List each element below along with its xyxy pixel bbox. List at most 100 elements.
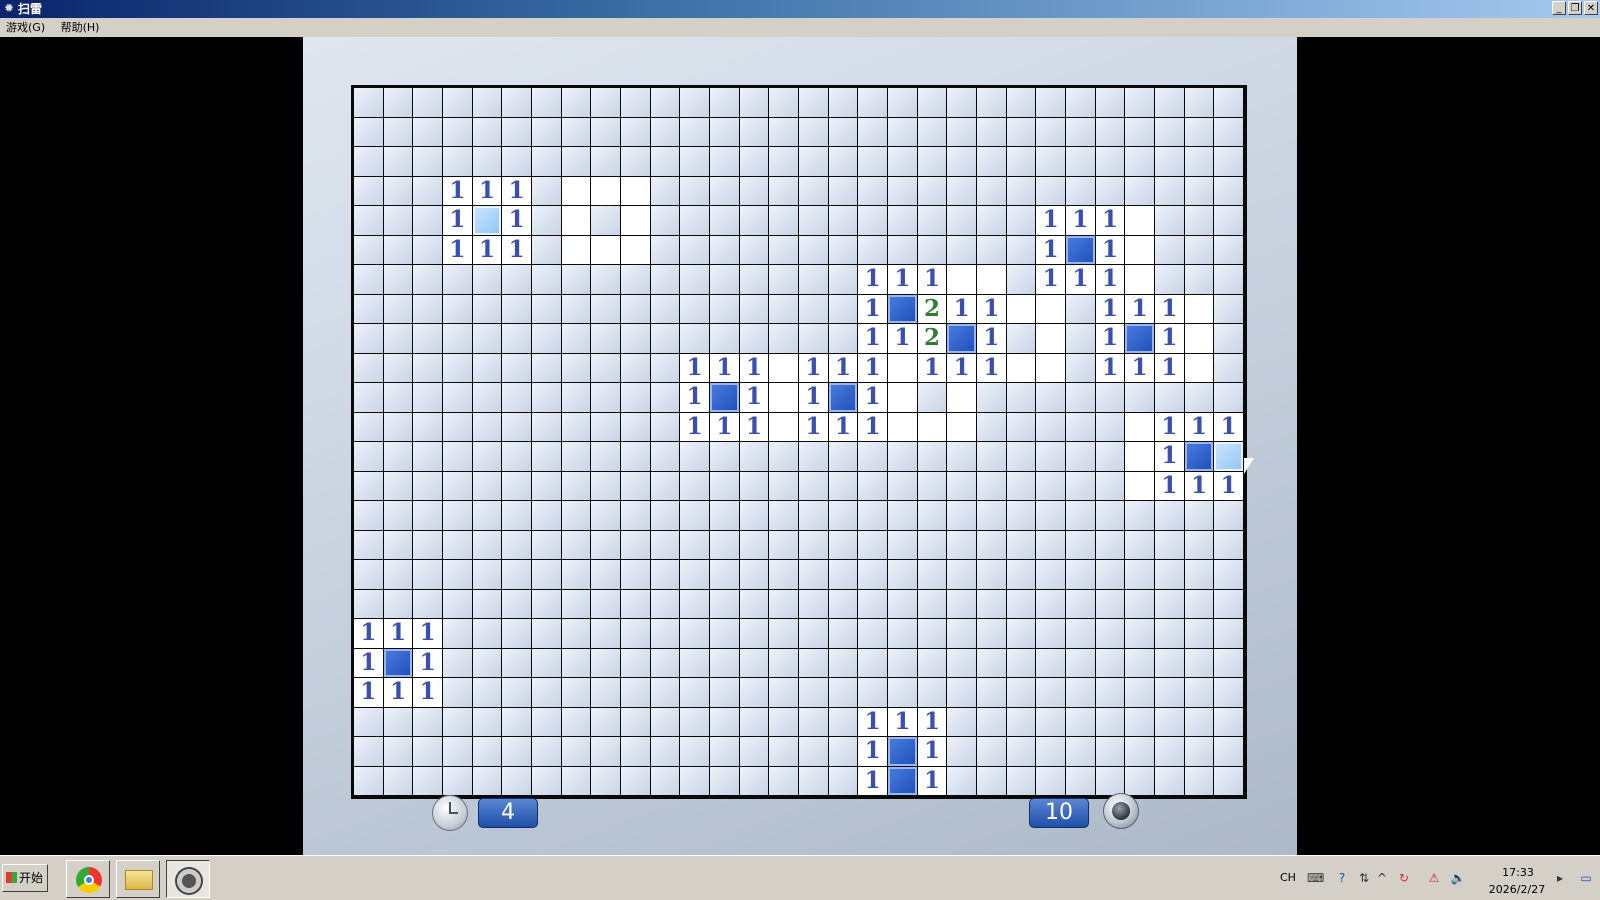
covered-cell[interactable] <box>858 147 887 176</box>
covered-cell[interactable] <box>383 88 413 117</box>
covered-cell[interactable] <box>354 117 383 146</box>
covered-cell[interactable] <box>413 412 442 441</box>
covered-cell[interactable] <box>1125 766 1154 795</box>
number-cell[interactable]: 1 <box>710 353 739 382</box>
covered-cell[interactable] <box>1125 501 1154 530</box>
covered-cell[interactable] <box>650 737 680 766</box>
covered-cell[interactable] <box>858 442 887 471</box>
covered-cell[interactable] <box>502 648 531 677</box>
covered-cell[interactable] <box>650 619 680 648</box>
covered-cell[interactable] <box>858 235 887 264</box>
covered-cell[interactable] <box>561 501 591 530</box>
covered-cell[interactable] <box>1095 176 1125 205</box>
covered-cell[interactable] <box>621 294 650 323</box>
number-cell[interactable]: 1 <box>710 412 739 441</box>
covered-cell[interactable] <box>472 383 502 412</box>
covered-cell[interactable] <box>413 294 442 323</box>
covered-cell[interactable] <box>739 147 769 176</box>
covered-cell[interactable] <box>532 530 561 559</box>
covered-cell[interactable] <box>621 353 650 382</box>
covered-cell[interactable] <box>354 737 383 766</box>
covered-cell[interactable] <box>799 678 828 707</box>
covered-cell[interactable] <box>828 88 858 117</box>
covered-cell[interactable] <box>621 737 650 766</box>
covered-cell[interactable] <box>472 117 502 146</box>
covered-cell[interactable] <box>1006 176 1036 205</box>
covered-cell[interactable] <box>650 442 680 471</box>
covered-cell[interactable] <box>739 589 769 618</box>
covered-cell[interactable] <box>1184 648 1214 677</box>
covered-cell[interactable] <box>1155 501 1184 530</box>
number-cell[interactable]: 1 <box>858 707 887 736</box>
covered-cell[interactable] <box>621 147 650 176</box>
covered-cell[interactable] <box>354 412 383 441</box>
covered-cell[interactable] <box>443 737 472 766</box>
covered-cell[interactable] <box>1066 412 1095 441</box>
covered-cell[interactable] <box>532 294 561 323</box>
covered-cell[interactable] <box>1006 412 1036 441</box>
covered-cell[interactable] <box>1184 117 1214 146</box>
mine-cell[interactable] <box>947 324 976 353</box>
covered-cell[interactable] <box>1214 648 1243 677</box>
covered-cell[interactable] <box>977 265 1006 294</box>
taskbar-chrome[interactable] <box>66 860 110 898</box>
covered-cell[interactable] <box>1095 117 1125 146</box>
covered-cell[interactable] <box>917 176 947 205</box>
covered-cell[interactable] <box>977 530 1006 559</box>
number-cell[interactable]: 1 <box>443 235 472 264</box>
covered-cell[interactable] <box>1095 501 1125 530</box>
covered-cell[interactable] <box>650 678 680 707</box>
covered-cell[interactable] <box>443 589 472 618</box>
covered-cell[interactable] <box>1095 530 1125 559</box>
covered-cell[interactable] <box>1155 648 1184 677</box>
covered-cell[interactable] <box>1125 560 1154 589</box>
covered-cell[interactable] <box>591 412 620 441</box>
close-button[interactable]: ✕ <box>1584 1 1598 15</box>
covered-cell[interactable] <box>828 530 858 559</box>
covered-cell[interactable] <box>354 147 383 176</box>
covered-cell[interactable] <box>1214 353 1243 382</box>
covered-cell[interactable] <box>502 294 531 323</box>
covered-cell[interactable] <box>561 530 591 559</box>
covered-cell[interactable] <box>710 265 739 294</box>
covered-cell[interactable] <box>1006 707 1036 736</box>
show-hidden-icon[interactable]: ^ <box>1374 870 1390 886</box>
mine-cell[interactable] <box>1214 442 1243 471</box>
covered-cell[interactable] <box>680 707 709 736</box>
number-cell[interactable]: 1 <box>977 294 1006 323</box>
covered-cell[interactable] <box>532 324 561 353</box>
covered-cell[interactable] <box>1155 560 1184 589</box>
covered-cell[interactable] <box>413 176 442 205</box>
covered-cell[interactable] <box>769 530 798 559</box>
covered-cell[interactable] <box>1214 678 1243 707</box>
covered-cell[interactable] <box>1125 206 1154 235</box>
covered-cell[interactable] <box>739 235 769 264</box>
covered-cell[interactable] <box>1214 176 1243 205</box>
covered-cell[interactable] <box>532 117 561 146</box>
covered-cell[interactable] <box>621 589 650 618</box>
covered-cell[interactable] <box>383 353 413 382</box>
covered-cell[interactable] <box>1006 501 1036 530</box>
covered-cell[interactable] <box>828 117 858 146</box>
covered-cell[interactable] <box>591 471 620 500</box>
covered-cell[interactable] <box>1006 471 1036 500</box>
covered-cell[interactable] <box>947 412 976 441</box>
covered-cell[interactable] <box>710 501 739 530</box>
covered-cell[interactable] <box>1036 766 1065 795</box>
covered-cell[interactable] <box>502 324 531 353</box>
covered-cell[interactable] <box>591 530 620 559</box>
covered-cell[interactable] <box>1125 88 1154 117</box>
covered-cell[interactable] <box>1214 294 1243 323</box>
covered-cell[interactable] <box>1036 147 1065 176</box>
covered-cell[interactable] <box>1006 766 1036 795</box>
notification-icon[interactable]: ▸ <box>1552 870 1568 886</box>
covered-cell[interactable] <box>1155 619 1184 648</box>
covered-cell[interactable] <box>1066 147 1095 176</box>
covered-cell[interactable] <box>1036 353 1065 382</box>
taskbar-minesweeper[interactable] <box>166 860 210 898</box>
covered-cell[interactable] <box>977 737 1006 766</box>
covered-cell[interactable] <box>561 176 591 205</box>
covered-cell[interactable] <box>888 412 917 441</box>
covered-cell[interactable] <box>828 206 858 235</box>
number-cell[interactable]: 1 <box>917 707 947 736</box>
